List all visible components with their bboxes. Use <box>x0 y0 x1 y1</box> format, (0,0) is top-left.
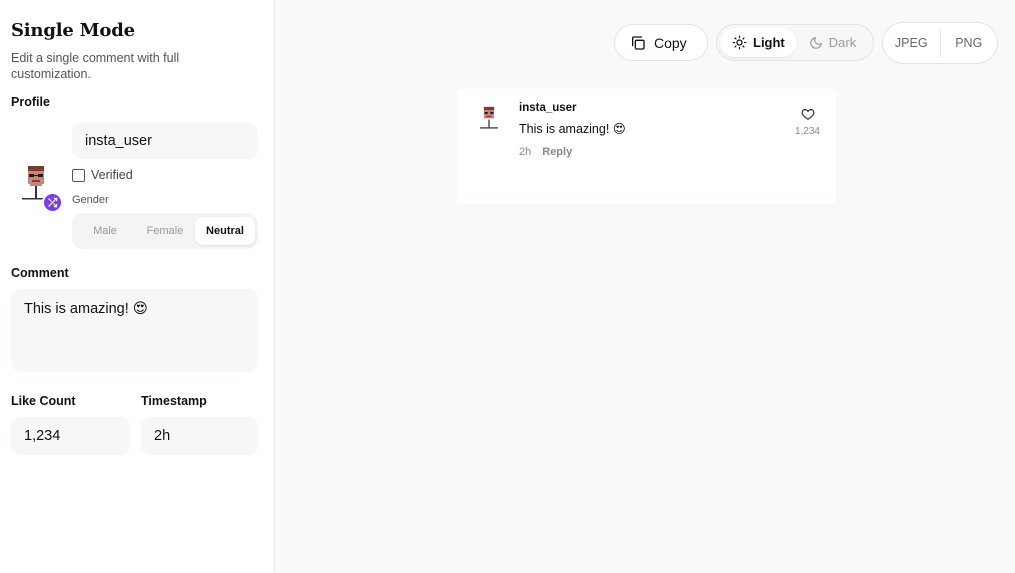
theme-dark-label: Dark <box>828 35 857 50</box>
like-count-input[interactable]: 1,234 <box>11 417 130 455</box>
page-subtitle: Edit a single comment with full customiz… <box>11 51 180 81</box>
theme-light-label: Light <box>753 35 785 50</box>
copy-button-label: Copy <box>654 34 687 51</box>
timestamp-input[interactable]: 2h <box>141 417 258 455</box>
theme-light-option[interactable]: Light <box>720 28 797 57</box>
copy-icon <box>632 35 645 50</box>
preview-username: insta_user <box>519 102 577 114</box>
preview-avatar <box>480 106 498 129</box>
username-input[interactable] <box>72 122 258 159</box>
sun-icon <box>732 35 747 50</box>
editor-sidebar: Single Mode Edit a single comment with f… <box>0 0 275 573</box>
preview-meta: 2h Reply <box>519 146 572 158</box>
gender-label: Gender <box>72 194 109 206</box>
page-title: Single Mode <box>11 20 135 41</box>
preview-like-count: 1,234 <box>794 126 820 137</box>
preview-timestamp: 2h <box>519 146 532 158</box>
theme-dark-option[interactable]: Dark <box>797 28 868 57</box>
export-format-group: JPEG PNG <box>882 22 998 64</box>
shuffle-avatar-button[interactable] <box>42 192 63 213</box>
profile-section-label: Profile <box>11 95 50 109</box>
timestamp-label: Timestamp <box>141 394 207 408</box>
preview-comment-text: This is amazing! 😍 <box>519 122 626 136</box>
export-png-button[interactable]: PNG <box>941 36 998 50</box>
preview-reply-link[interactable]: Reply <box>542 146 572 158</box>
theme-toggle: Light Dark <box>716 24 874 61</box>
moon-icon <box>809 36 822 49</box>
avatar <box>14 160 63 213</box>
copy-button[interactable]: Copy <box>614 24 708 61</box>
heart-icon[interactable] <box>801 107 815 121</box>
gender-option-neutral[interactable]: Neutral <box>195 217 255 245</box>
verified-label: Verified <box>91 168 133 182</box>
shuffle-icon <box>48 197 58 208</box>
like-count-label: Like Count <box>11 394 76 408</box>
comment-section-label: Comment <box>11 266 69 280</box>
export-jpeg-button[interactable]: JPEG <box>883 36 940 50</box>
comment-preview-card: insta_user This is amazing! 😍 2h Reply 1… <box>457 89 836 204</box>
verified-checkbox[interactable] <box>72 168 85 182</box>
gender-option-male[interactable]: Male <box>75 217 135 245</box>
verified-toggle[interactable]: Verified <box>72 168 133 182</box>
gender-selector: Male Female Neutral <box>72 213 258 249</box>
comment-textarea[interactable]: This is amazing! 😍 <box>11 289 258 372</box>
gender-option-female[interactable]: Female <box>135 217 195 245</box>
